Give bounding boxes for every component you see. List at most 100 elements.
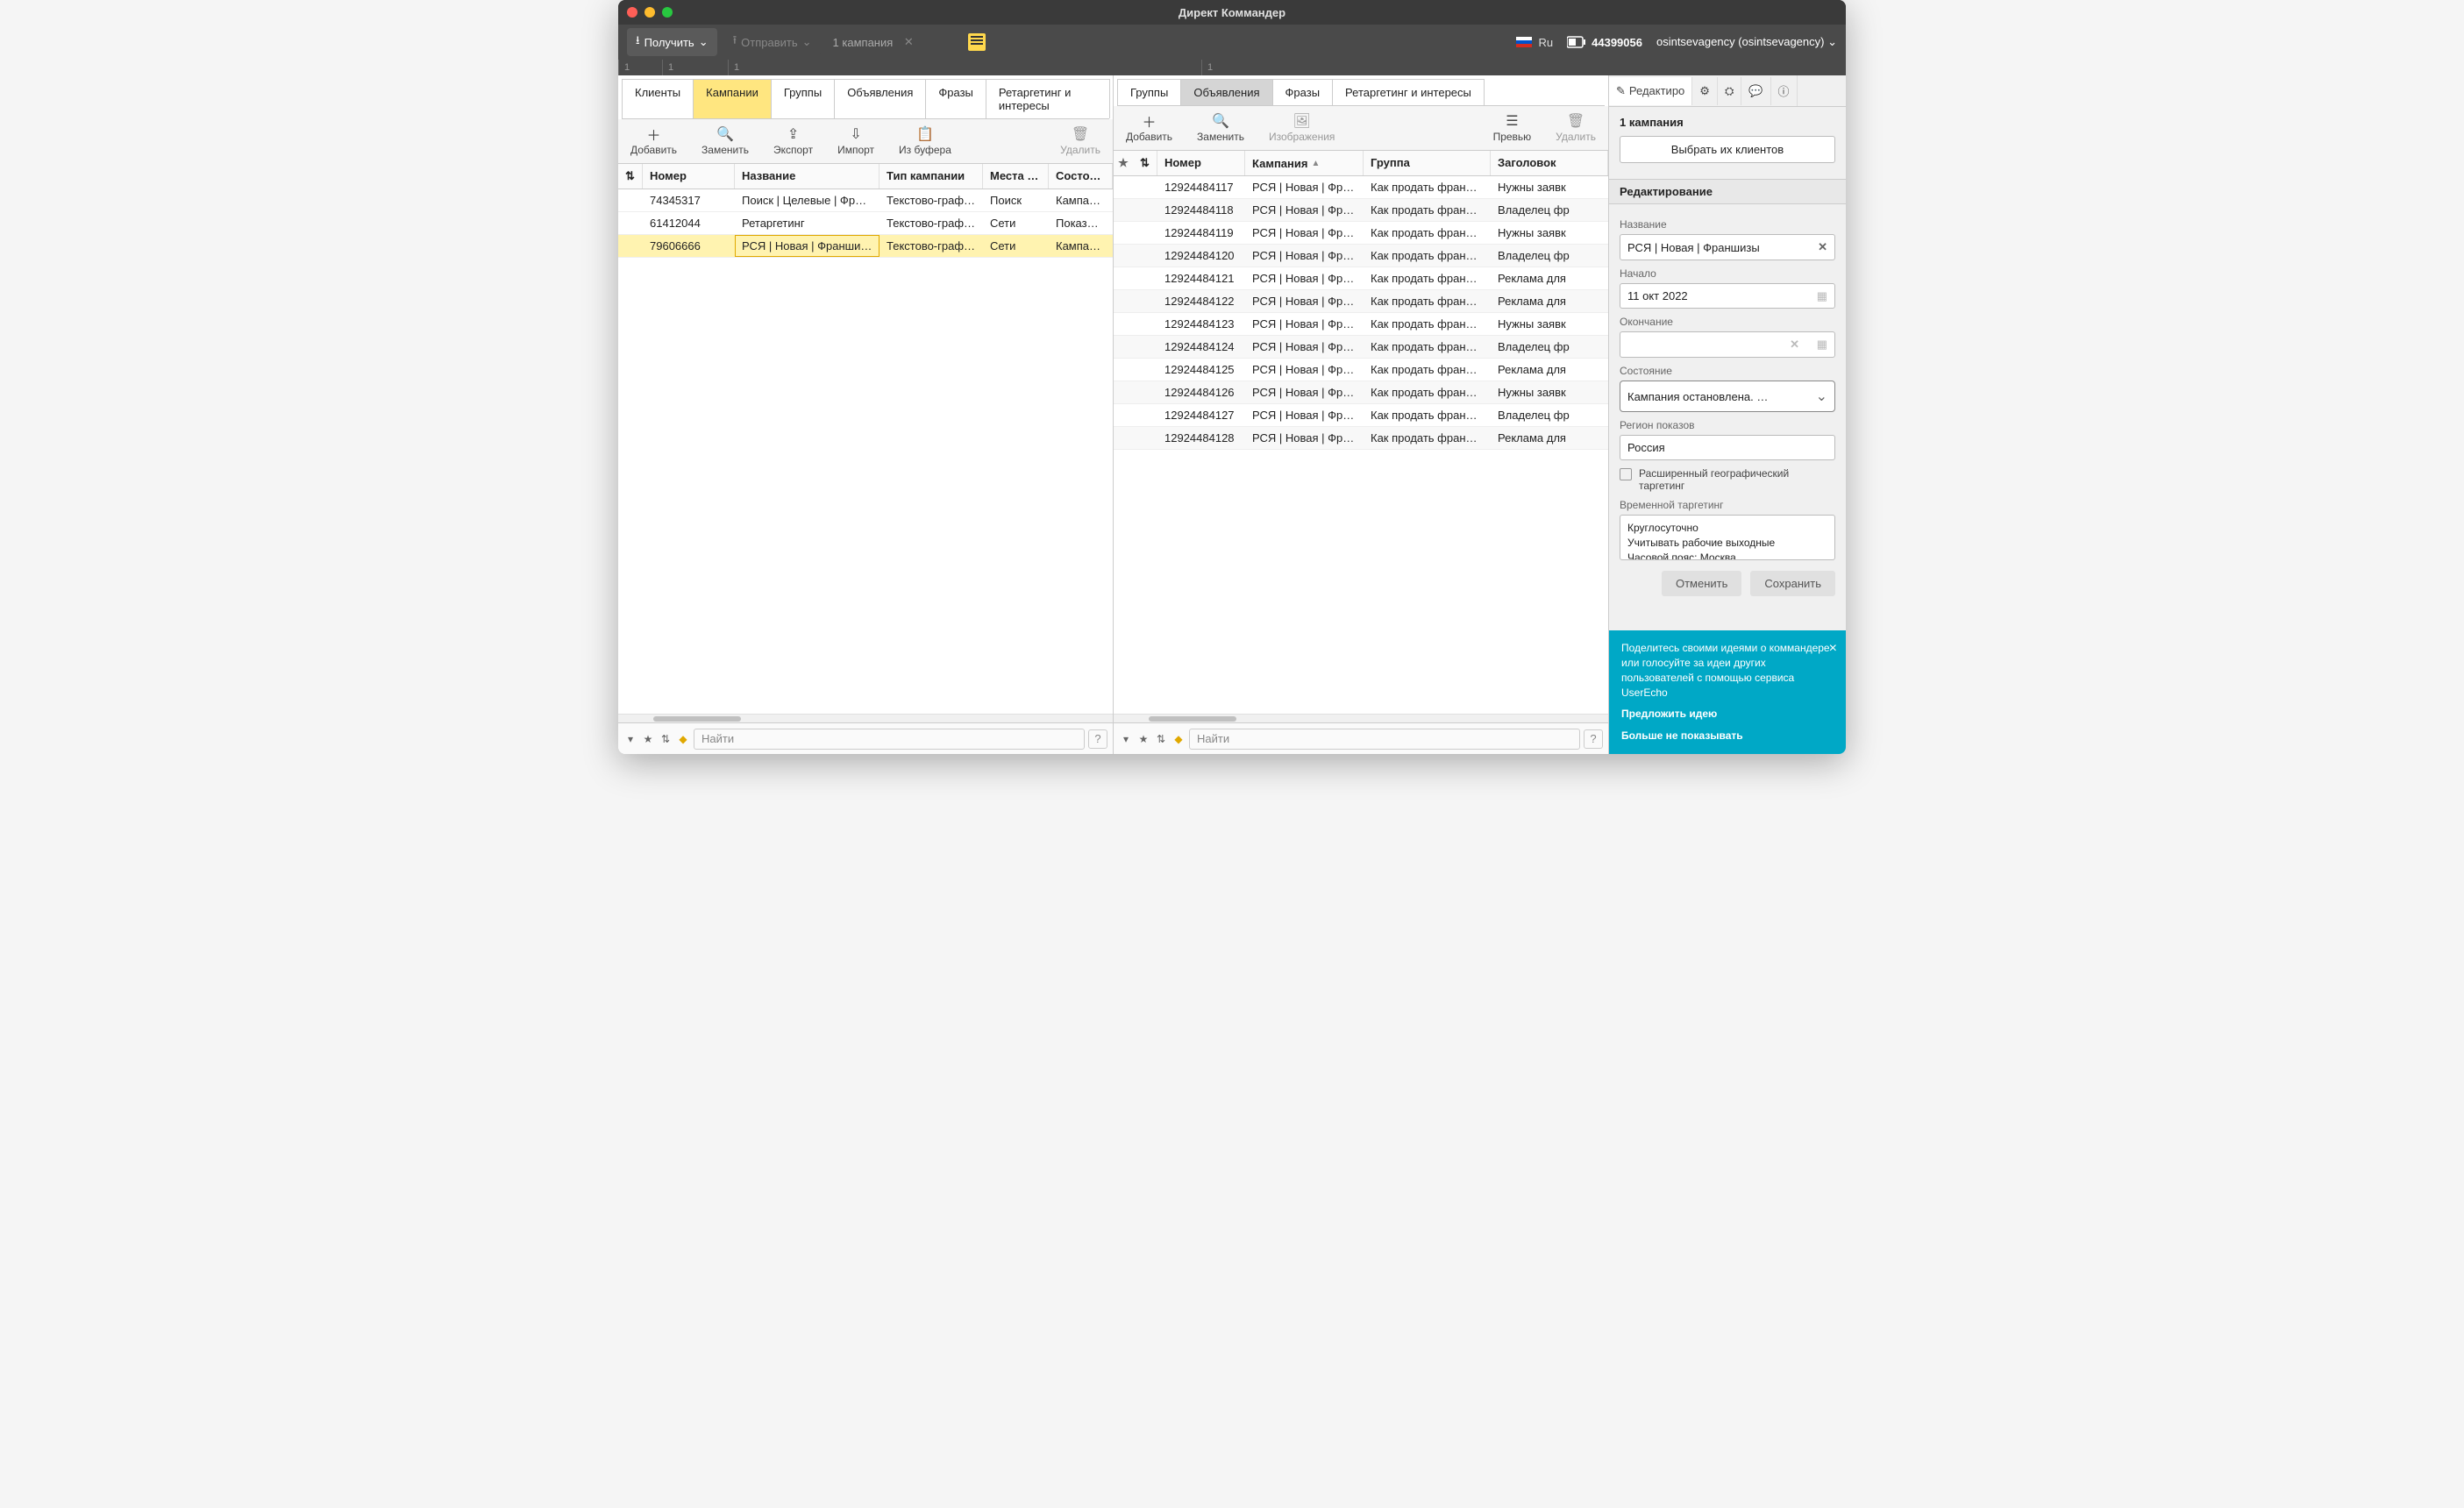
horizontal-scrollbar[interactable] [618,714,1113,722]
col-group[interactable]: Группа [1364,151,1491,175]
checkbox-icon [1620,468,1632,480]
ads-grid: ★ ⇅ Номер Кампания▲ Группа Заголовок 129… [1114,151,1608,722]
table-row[interactable]: 12924484121РСЯ | Новая | Фран…Как продат… [1114,267,1608,290]
table-row[interactable]: 12924484128РСЯ | Новая | Фран…Как продат… [1114,427,1608,450]
table-row[interactable]: 12924484127РСЯ | Новая | Фран…Как продат… [1114,404,1608,427]
clear-selection-icon[interactable]: ✕ [900,33,917,51]
get-button[interactable]: ⭳ Получить ⌄ [627,28,717,56]
table-row[interactable]: 12924484118РСЯ | Новая | Фран…Как продат… [1114,199,1608,222]
window-minimize[interactable] [644,7,655,18]
add-button[interactable]: ＋Добавить [618,123,689,160]
col-number[interactable]: Номер [643,164,735,188]
table-row[interactable]: 12924484123РСЯ | Новая | Фран…Как продат… [1114,313,1608,336]
tab-settings[interactable]: ⛭ [1718,77,1741,105]
trash-icon: 🗑 [1567,113,1585,129]
sort-icon[interactable]: ⇅ [659,732,673,746]
tab-info[interactable]: ⓘ [1771,75,1798,106]
tab-retargeting[interactable]: Ретаргетинг и интересы [986,79,1110,118]
replace-button[interactable]: 🔍Заменить [1185,110,1257,146]
export-button[interactable]: ⇪Экспорт [761,123,825,160]
table-row[interactable]: 12924484122РСЯ | Новая | Фран…Как продат… [1114,290,1608,313]
tab-phrases[interactable]: Фразы [925,79,986,118]
state-select[interactable]: Кампания остановлена. … [1620,381,1835,412]
send-button[interactable]: ⭱ Отправить ⌄ [724,28,821,56]
choose-clients-button[interactable]: Выбрать их клиентов [1620,136,1835,163]
table-row[interactable]: 12924484124РСЯ | Новая | Фран…Как продат… [1114,336,1608,359]
col-number[interactable]: Номер [1157,151,1245,175]
filter-icon[interactable]: ▾ [1119,732,1133,746]
time-targeting-display[interactable]: Круглосуточно Учитывать рабочие выходные… [1620,515,1835,560]
warning-icon[interactable]: ◆ [1171,732,1186,746]
table-row[interactable]: 12924484126РСЯ | Новая | Фран…Как продат… [1114,381,1608,404]
add-button[interactable]: ＋Добавить [1114,110,1185,146]
tab-phrases[interactable]: Фразы [1272,79,1334,105]
star-icon[interactable]: ★ [1136,732,1150,746]
save-button[interactable]: Сохранить [1750,571,1835,596]
col-name[interactable]: Название [735,164,879,188]
titlebar: Директ Коммандер [618,0,1846,25]
sort-icon[interactable]: ⇅ [1133,151,1157,175]
user-menu[interactable]: osintsevagency (osintsevagency) ⌄ [1656,35,1837,49]
suggest-idea-link[interactable]: Предложить идею [1621,707,1834,722]
preview-button[interactable]: ☰Превью [1481,110,1544,146]
tab-retargeting[interactable]: Ретаргетинг и интересы [1332,79,1485,105]
tab-groups[interactable]: Группы [771,79,835,118]
star-icon[interactable]: ★ [641,732,655,746]
sort-icon[interactable]: ⇅ [1154,732,1168,746]
search-icon: 🔍 [1212,113,1229,129]
start-date-input[interactable]: 11 окт 2022 [1620,283,1835,309]
tab-edit[interactable]: ✎ Редактиро [1609,77,1692,105]
language-selector[interactable]: Ru [1516,36,1554,49]
tab-ads[interactable]: Объявления [1180,79,1272,105]
warning-icon[interactable]: ◆ [676,732,690,746]
col-type[interactable]: Тип кампании [879,164,983,188]
sort-icon[interactable]: ⇅ [618,164,643,188]
tab-sliders[interactable]: ⚙ [1692,77,1718,105]
tab-campaigns[interactable]: Кампании [693,79,772,118]
region-input[interactable]: Россия [1620,435,1835,460]
replace-button[interactable]: 🔍Заменить [689,123,761,160]
table-row[interactable]: 12924484119РСЯ | Новая | Фран…Как продат… [1114,222,1608,245]
table-row[interactable]: 12924484120РСЯ | Новая | Фран…Как продат… [1114,245,1608,267]
window-maximize[interactable] [662,7,673,18]
cancel-button[interactable]: Отменить [1662,571,1741,596]
tab-clients[interactable]: Клиенты [622,79,694,118]
import-button[interactable]: ⇩Импорт [825,123,887,160]
col-places[interactable]: Места … [983,164,1049,188]
end-date-input[interactable]: ✕ [1620,331,1835,358]
dismiss-link[interactable]: Больше не показывать [1621,729,1834,743]
table-row[interactable]: 12924484117РСЯ | Новая | Фран…Как продат… [1114,176,1608,199]
tab-comments[interactable]: 💬 [1741,77,1770,105]
col-state[interactable]: Состояни [1049,164,1113,188]
table-row[interactable]: 61412044РетаргетингТекстово-граф…СетиПок… [618,212,1113,235]
right-pane: ✎ Редактиро ⚙ ⛭ 💬 ⓘ 1 кампания Выбрать и… [1609,75,1846,754]
clear-icon[interactable]: ✕ [1790,338,1799,352]
sliders-icon: ⚙ [1699,84,1710,98]
col-campaign[interactable]: Кампания▲ [1245,151,1364,175]
close-icon[interactable]: × [1829,639,1837,658]
label-state: Состояние [1620,365,1835,377]
tab-ads[interactable]: Объявления [834,79,926,118]
table-row[interactable]: 12924484125РСЯ | Новая | Фран…Как продат… [1114,359,1608,381]
star-col-icon[interactable]: ★ [1114,151,1133,175]
clear-icon[interactable]: ✕ [1818,240,1827,254]
filter-icon[interactable]: ▾ [623,732,637,746]
search-input[interactable]: Найти [1189,729,1580,750]
help-icon[interactable]: ? [1584,729,1603,749]
tab-groups[interactable]: Группы [1117,79,1181,105]
search-input[interactable]: Найти [694,729,1085,750]
col-headline[interactable]: Заголовок [1491,151,1608,175]
promo-banner: × Поделитесь своими идеями о коммандере … [1609,630,1846,754]
notes-icon[interactable] [968,33,986,51]
table-row[interactable]: 79606666РСЯ | Новая | ФраншизыТекстово-г… [618,235,1113,258]
horizontal-scrollbar[interactable] [1114,714,1608,722]
window-close[interactable] [627,7,637,18]
label-name: Название [1620,218,1835,231]
table-row[interactable]: 74345317Поиск | Целевые | Фран…Текстово-… [618,189,1113,212]
name-input[interactable]: РСЯ | Новая | Франшизы ✕ [1620,234,1835,260]
chevron-down-icon: ⌄ [1827,35,1837,48]
flag-ru-icon [1516,37,1532,47]
geo-checkbox[interactable]: Расширенный географический таргетинг [1620,467,1835,492]
help-icon[interactable]: ? [1088,729,1107,749]
from-buffer-button[interactable]: 📋Из буфера [887,123,964,160]
